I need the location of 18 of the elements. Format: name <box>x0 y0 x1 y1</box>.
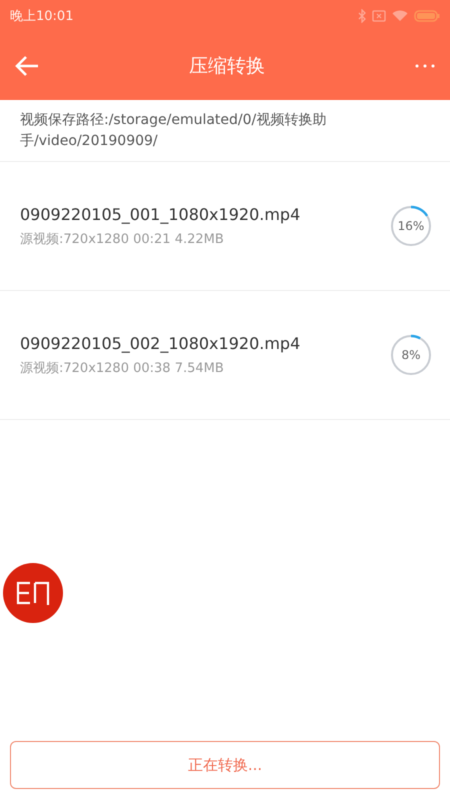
progress-ring <box>390 205 432 247</box>
status-time: 晚上10:01 <box>10 8 74 25</box>
floating-logo-icon[interactable] <box>3 563 63 623</box>
more-options-icon[interactable] <box>414 63 436 69</box>
file-name: 0909220105_002_1080x1920.mp4 <box>20 334 300 352</box>
progress-percent: 8% <box>401 348 421 362</box>
source-info: 源视频:720x1280 00:38 7.54MB <box>20 360 225 376</box>
save-path-text: 视频保存路径:/storage/emulated/0/视频转换助手/video/20190909/ <box>0 100 450 162</box>
progress-ring <box>390 334 432 376</box>
wifi-icon <box>392 10 408 22</box>
battery-icon <box>414 10 440 22</box>
file-name: 0909220105_001_1080x1920.mp4 <box>20 204 300 224</box>
bluetooth-icon <box>358 9 366 23</box>
progress-percent: 16% <box>398 219 424 233</box>
sim-icon <box>372 10 386 22</box>
source-info: 源视频:720x1280 00:21 4.22MB <box>20 230 225 248</box>
back-arrow-icon[interactable] <box>14 55 40 77</box>
page-title: 压缩转换 <box>189 54 265 79</box>
